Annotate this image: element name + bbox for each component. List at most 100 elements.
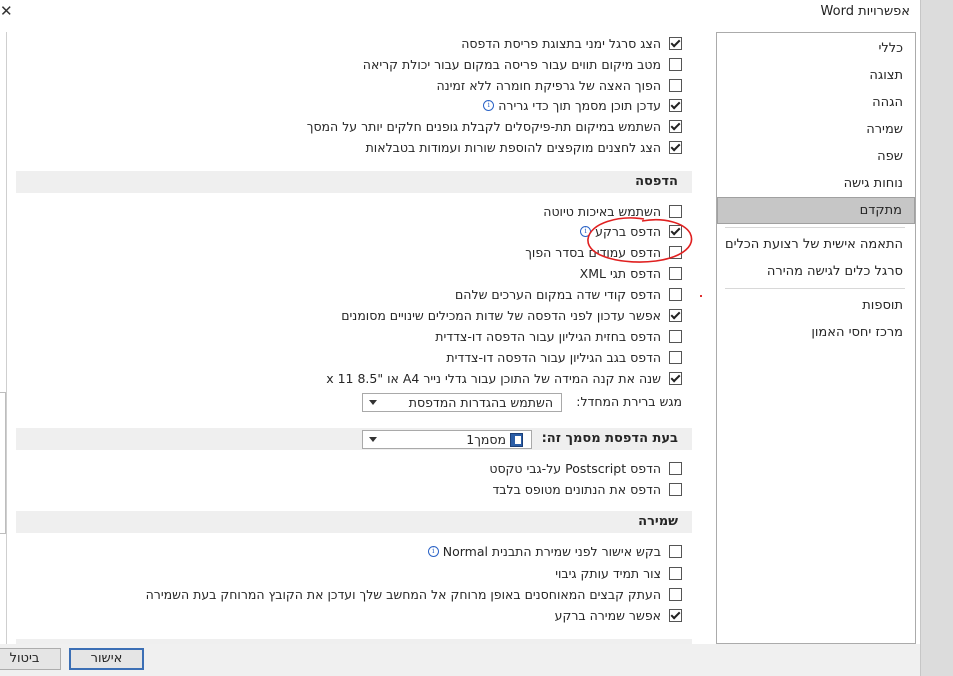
default-tray-label: מגש ברירת המחדל: [576, 394, 682, 409]
option-row[interactable]: הדפס בגב הגיליון עבור הדפסה דו-צדדית [446, 347, 682, 367]
cancel-button[interactable]: ביטול [0, 648, 61, 670]
info-icon[interactable]: i [427, 545, 439, 557]
dropdown-value: השתמש בהגדרות המדפסת [408, 395, 553, 410]
option-row[interactable]: הדפס בחזית הגיליון עבור הדפסה דו-צדדית [435, 326, 682, 346]
sidebar-item-quick-access-toolbar[interactable]: סרגל כלים לגישה מהירה [717, 258, 915, 285]
section-title: בעת הדפסת מסמך זה: [541, 431, 678, 446]
default-tray-dropdown[interactable]: השתמש בהגדרות המדפסת [362, 393, 562, 412]
options-sidebar: כללי תצוגה הגהה שמירה שפה נוחות גישה מתק… [716, 32, 916, 644]
option-row[interactable]: הפוך האצה של גרפיקת חומרה ללא זמינה [436, 75, 682, 95]
option-label: עדכן תוכן מסמך תוך כדי גרירה [498, 97, 661, 113]
option-label: שנה את קנה המידה של התוכן עבור גדלי נייר… [326, 370, 661, 386]
dropdown-value: מסמך1 [466, 432, 506, 447]
red-annotation-dot [700, 295, 702, 297]
sidebar-item-display[interactable]: תצוגה [717, 62, 915, 89]
option-label: הדפס בחזית הגיליון עבור הדפסה דו-צדדית [435, 328, 661, 344]
checkbox[interactable] [669, 245, 682, 259]
option-label: הדפס תגי XML [579, 265, 661, 281]
sidebar-divider [725, 288, 905, 289]
option-row[interactable]: בקש אישור לפני שמירת התבנית Normal i [427, 541, 682, 561]
checkbox[interactable] [669, 544, 682, 558]
checkbox[interactable] [669, 224, 682, 238]
sidebar-item-customize-ribbon[interactable]: התאמה אישית של רצועת הכלים [717, 231, 915, 258]
sidebar-item-accessibility[interactable]: נוחות גישה [717, 170, 915, 197]
options-content: הצג סרגל ימני בתצוגת פריסת הדפסה מטב מיק… [0, 32, 706, 644]
option-label: אפשר שמירה ברקע [554, 607, 661, 623]
section-header-save: שמירה [16, 511, 692, 533]
option-label: הדפס עמודים בסדר הפוך [525, 244, 661, 260]
checkbox[interactable] [669, 587, 682, 601]
sidebar-item-proofing[interactable]: הגהה [717, 89, 915, 116]
option-label: השתמש באיכות טיוטה [543, 203, 661, 219]
checkbox[interactable] [669, 140, 682, 154]
sidebar-divider [725, 227, 905, 228]
window-title: אפשרויות Word [820, 4, 910, 19]
sidebar-item-advanced[interactable]: מתקדם [717, 197, 915, 224]
option-label: הדפס את הנתונים מטופס בלבד [492, 481, 661, 497]
option-label: אפשר עדכון לפני הדפסה של שדות המכילים שי… [341, 307, 661, 323]
option-label: בקש אישור לפני שמירת התבנית Normal [442, 543, 661, 559]
checkbox[interactable] [669, 57, 682, 71]
checkbox[interactable] [669, 371, 682, 385]
option-label: מטב מיקום תווים עבור פריסה במקום עבור יכ… [362, 56, 661, 72]
option-row[interactable]: הצג סרגל ימני בתצוגת פריסת הדפסה [461, 33, 682, 53]
checkbox[interactable] [669, 266, 682, 280]
option-row[interactable]: מטב מיקום תווים עבור פריסה במקום עבור יכ… [363, 54, 682, 74]
option-label: הפוך האצה של גרפיקת חומרה ללא זמינה [436, 77, 661, 93]
option-label: הצג לחצנים מוקפצים להוספת שורות ועמודות … [365, 139, 661, 155]
info-icon[interactable]: i [580, 225, 592, 237]
option-label: הדפס בגב הגיליון עבור הדפסה דו-צדדית [446, 349, 661, 365]
chevron-down-icon [369, 400, 377, 405]
section-header-print: הדפסה [16, 171, 692, 193]
checkbox[interactable] [669, 119, 682, 133]
close-icon[interactable]: ✕ [0, 0, 13, 22]
checkbox[interactable] [669, 350, 682, 364]
checkbox[interactable] [669, 482, 682, 496]
checkbox[interactable] [669, 98, 682, 112]
option-label: השתמש במיקום תת-פיקסלים לקבלת גופנים חלק… [306, 118, 661, 134]
option-row[interactable]: שנה את קנה המידה של התוכן עבור גדלי נייר… [326, 368, 682, 388]
checkbox[interactable] [669, 566, 682, 580]
word-document-icon [510, 432, 523, 447]
option-row[interactable]: אפשר שמירה ברקע [555, 605, 682, 625]
option-row[interactable]: השתמש באיכות טיוטה [543, 201, 682, 221]
info-icon[interactable]: i [483, 99, 495, 111]
option-row[interactable]: הדפס תגי XML [580, 263, 682, 283]
checkbox[interactable] [669, 204, 682, 218]
background-window [920, 0, 953, 676]
checkbox[interactable] [669, 287, 682, 301]
option-row[interactable]: הדפס ברקע i [580, 221, 682, 241]
option-row[interactable]: הצג לחצנים מוקפצים להוספת שורות ועמודות … [366, 137, 682, 157]
option-row[interactable]: צור תמיד עותק גיבוי [555, 563, 682, 583]
option-label: צור תמיד עותק גיבוי [555, 565, 661, 581]
option-label: הצג סרגל ימני בתצוגת פריסת הדפסה [461, 35, 661, 51]
option-row[interactable]: הדפס Postscript על-גבי טקסט [489, 458, 682, 478]
document-dropdown[interactable]: מסמך1 [362, 430, 532, 449]
ok-button[interactable]: אישור [69, 648, 144, 670]
sidebar-item-trust-center[interactable]: מרכז יחסי האמון [717, 319, 915, 346]
option-label: הדפס קודי שדה במקום הערכים שלהם [455, 286, 661, 302]
sidebar-item-general[interactable]: כללי [717, 35, 915, 62]
checkbox[interactable] [669, 329, 682, 343]
checkbox[interactable] [669, 461, 682, 475]
option-row[interactable]: הדפס עמודים בסדר הפוך [525, 242, 682, 262]
title-bar: אפשרויות Word ✕ [0, 0, 920, 24]
option-label: הדפס Postscript על-גבי טקסט [489, 460, 661, 476]
option-row[interactable]: אפשר עדכון לפני הדפסה של שדות המכילים שי… [341, 305, 682, 325]
option-label: הדפס ברקע [595, 223, 661, 239]
sidebar-item-add-ins[interactable]: תוספות [717, 292, 915, 319]
section-header-print-document: בעת הדפסת מסמך זה: [16, 428, 692, 450]
sidebar-item-language[interactable]: שפה [717, 143, 915, 170]
option-label: העתק קבצים המאוחסנים באופן מרוחק אל המחש… [145, 586, 661, 602]
option-row[interactable]: השתמש במיקום תת-פיקסלים לקבלת גופנים חלק… [307, 116, 682, 136]
option-row[interactable]: עדכן תוכן מסמך תוך כדי גרירה i [483, 95, 682, 115]
checkbox[interactable] [669, 78, 682, 92]
checkbox[interactable] [669, 36, 682, 50]
option-row[interactable]: הדפס את הנתונים מטופס בלבד [492, 479, 682, 499]
checkbox[interactable] [669, 608, 682, 622]
option-row[interactable]: הדפס קודי שדה במקום הערכים שלהם [455, 284, 682, 304]
chevron-down-icon [369, 437, 377, 442]
checkbox[interactable] [669, 308, 682, 322]
option-row[interactable]: העתק קבצים המאוחסנים באופן מרוחק אל המחש… [146, 584, 682, 604]
sidebar-item-save[interactable]: שמירה [717, 116, 915, 143]
